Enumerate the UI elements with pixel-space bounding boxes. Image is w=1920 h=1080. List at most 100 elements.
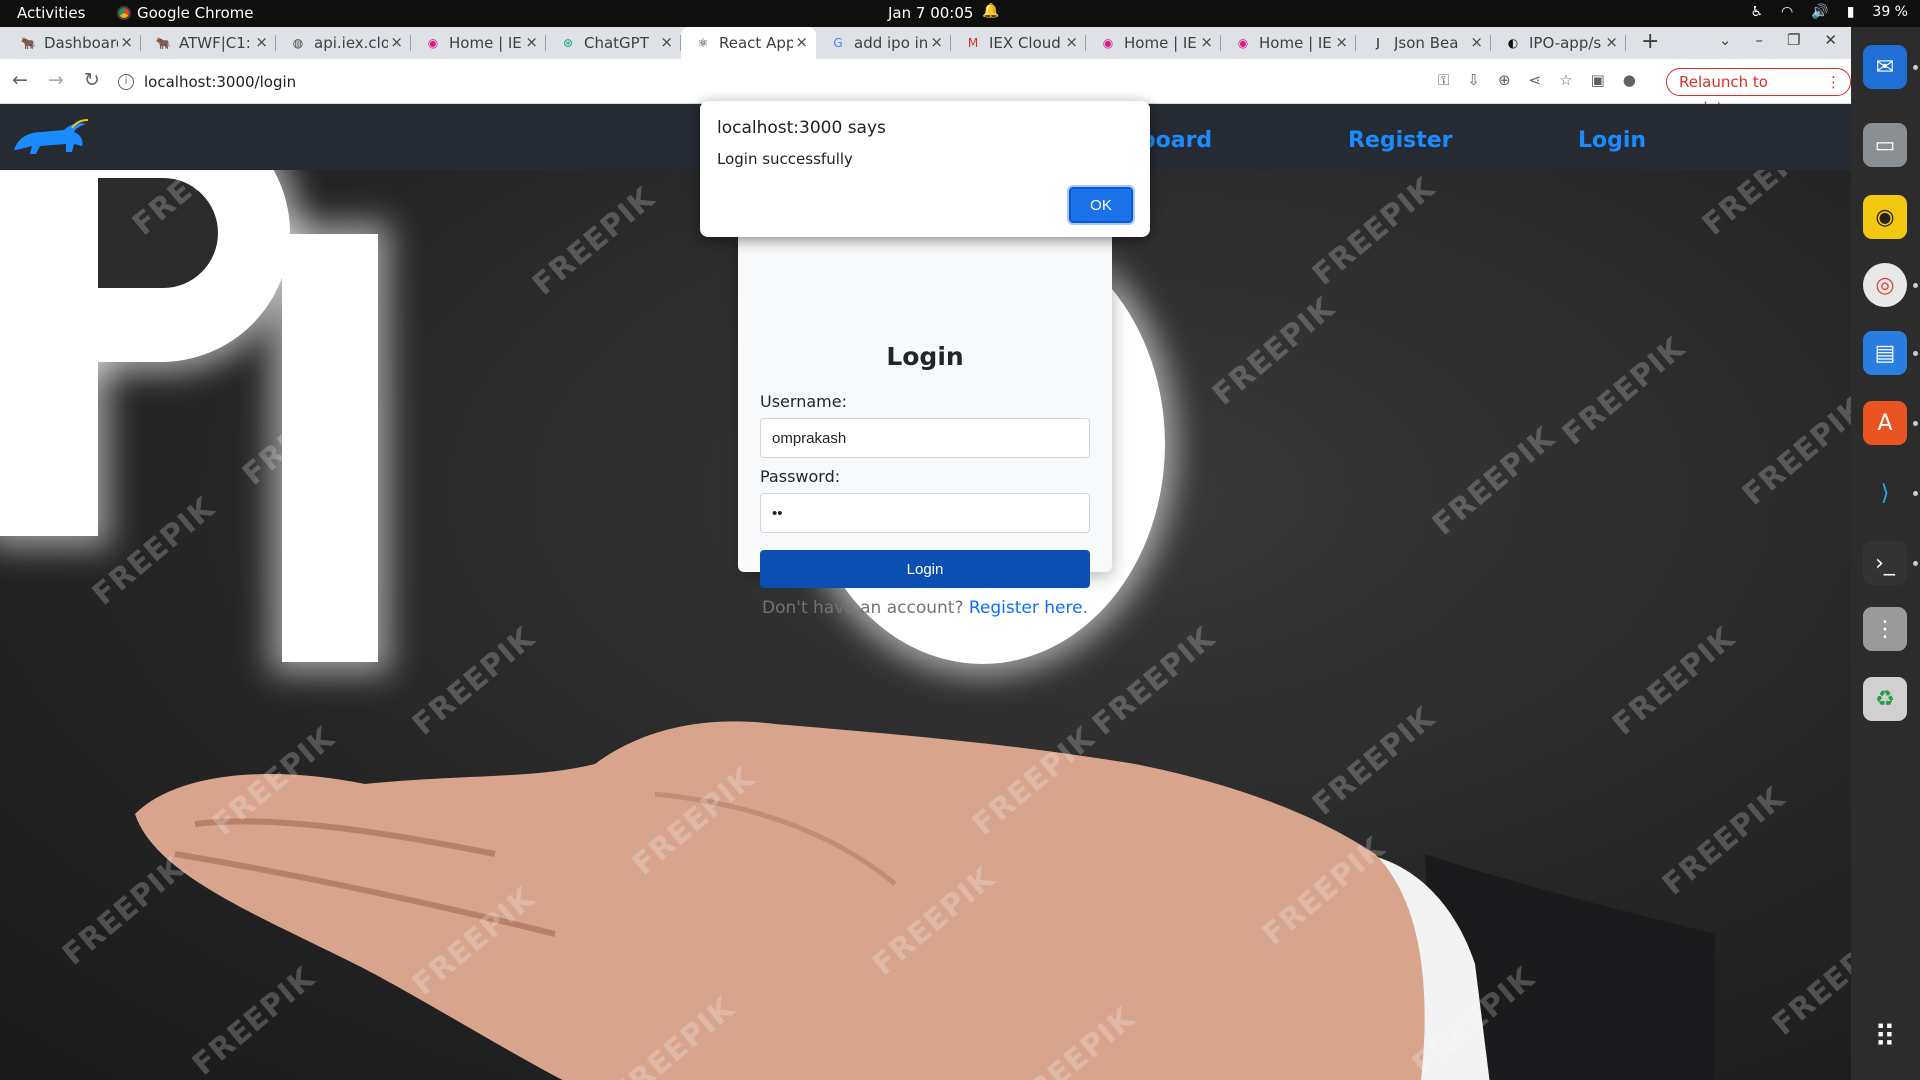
system-tray[interactable]: ♿ ◠ 🔊 ▮ 39 %	[1750, 4, 1908, 20]
chrome-icon[interactable]: ◎	[1863, 263, 1907, 307]
forward-arrow-icon[interactable]: →	[48, 69, 64, 91]
running-indicator	[1913, 561, 1918, 566]
share-icon[interactable]: ⋖	[1529, 71, 1542, 89]
alert-dialog: localhost:3000 says Login successfully O…	[700, 101, 1150, 237]
bull-logo-icon[interactable]	[10, 118, 90, 158]
freepik-watermark: FREEPIK	[1426, 420, 1562, 543]
app-menu[interactable]: Google Chrome	[117, 4, 254, 22]
nav-register-link[interactable]: Register	[1348, 128, 1453, 153]
site-info-icon[interactable]: i	[118, 73, 134, 90]
json-icon: J	[1376, 36, 1380, 50]
rhythmbox-icon[interactable]: ◉	[1863, 195, 1907, 239]
github-icon: ◐	[1507, 36, 1519, 50]
profile-avatar[interactable]: ●	[1623, 71, 1636, 89]
terminal-icon[interactable]: ›_	[1863, 541, 1907, 585]
close-tab-icon[interactable]: ×	[930, 33, 943, 51]
bull-icon: 🐂	[20, 36, 36, 50]
software-icon[interactable]: A	[1863, 401, 1907, 445]
alert-ok-button[interactable]: OK	[1067, 185, 1135, 225]
alert-title: localhost:3000 says	[717, 118, 886, 138]
username-label: Username:	[760, 392, 847, 411]
password-input[interactable]	[760, 493, 1090, 533]
chrome-icon	[117, 6, 131, 20]
new-tab-button[interactable]: +	[1641, 29, 1659, 54]
web-page: FREEPIK FREEPIK FREEPIK FREEPIK FREEPIK FREEP…	[0, 104, 1851, 1080]
iex-icon: ◉	[1102, 36, 1114, 50]
close-tab-icon[interactable]: ×	[1065, 33, 1078, 51]
running-indicator	[1913, 421, 1918, 426]
close-tab-icon[interactable]: ×	[1470, 33, 1483, 51]
tab-search-icon[interactable]: ⌄	[1719, 31, 1732, 49]
back-arrow-icon[interactable]: ←	[12, 69, 28, 91]
browser-tab[interactable]: ◍ api.iex.clo ×	[276, 27, 411, 59]
url-text[interactable]: localhost:3000/login	[144, 73, 296, 91]
running-indicator	[1913, 351, 1918, 356]
zoom-icon[interactable]: ⊕	[1498, 71, 1511, 89]
close-tab-icon[interactable]: ×	[1335, 33, 1348, 51]
app-name: Google Chrome	[137, 4, 254, 22]
close-tab-icon[interactable]: ×	[120, 33, 133, 51]
running-indicator	[1913, 491, 1918, 496]
disks-icon[interactable]: ⋮	[1863, 607, 1907, 651]
close-tab-icon[interactable]: ×	[795, 33, 808, 51]
browser-tab[interactable]: ⚛ React App ×	[681, 27, 816, 59]
tab-title: Json Bea	[1394, 34, 1459, 52]
key-icon[interactable]: ⚿	[1438, 71, 1449, 89]
browser-tab[interactable]: M IEX Cloud ×	[951, 27, 1086, 59]
browser-tab[interactable]: ⊛ ChatGPT ×	[546, 27, 681, 59]
files-icon[interactable]: ▭	[1863, 123, 1907, 167]
browser-tab[interactable]: 🐂 Dashboard ×	[6, 27, 141, 59]
browser-tab[interactable]: 🐂 ATWF|C1: ×	[141, 27, 276, 59]
close-tab-icon[interactable]: ×	[255, 33, 268, 51]
browser-tab[interactable]: ◉ Home | IE ×	[1086, 27, 1221, 59]
activities-button[interactable]: Activities	[17, 4, 85, 22]
restore-icon[interactable]: ❐	[1787, 31, 1800, 49]
close-tab-icon[interactable]: ×	[525, 33, 538, 51]
browser-tab[interactable]: ◐ IPO-app/s ×	[1491, 27, 1626, 59]
close-tab-icon[interactable]: ×	[1200, 33, 1213, 51]
tab-title: ChatGPT	[584, 34, 649, 52]
menu-dots-icon: ⋮	[1826, 73, 1841, 91]
register-prompt-text: Don't have an account?	[762, 598, 964, 618]
tab-title: Home | IE	[1259, 34, 1332, 52]
login-submit-button[interactable]: Login	[760, 550, 1090, 588]
username-input[interactable]	[760, 418, 1090, 458]
side-panel-icon[interactable]: ▣	[1591, 71, 1605, 89]
nav-login-link[interactable]: Login	[1578, 128, 1646, 153]
register-here-link[interactable]: Register here	[969, 598, 1083, 618]
install-icon[interactable]: ⇩	[1467, 71, 1480, 89]
login-card: Login Username: Password: Login Don't ha…	[738, 232, 1112, 618]
tab-title: add ipo in	[854, 34, 928, 52]
browser-tab[interactable]: ◉ Home | IE ×	[411, 27, 546, 59]
freepik-watermark: FREEPIK	[1736, 390, 1851, 513]
close-window-icon[interactable]: ✕	[1824, 31, 1837, 49]
gmail-icon: M	[967, 36, 979, 50]
bookmark-star-icon[interactable]: ☆	[1559, 71, 1572, 89]
accessibility-icon[interactable]: ♿	[1750, 4, 1763, 20]
browser-tab[interactable]: Gadd ipo in ×	[816, 27, 951, 59]
close-tab-icon[interactable]: ×	[1605, 33, 1618, 51]
tab-title: Home | IE	[449, 34, 522, 52]
reload-icon[interactable]: ↻	[84, 69, 100, 91]
close-tab-icon[interactable]: ×	[390, 33, 403, 51]
running-indicator	[1913, 65, 1918, 70]
app-grid-icon[interactable]: ⠿	[1863, 1015, 1907, 1059]
thunderbird-icon[interactable]: ✉	[1863, 45, 1907, 89]
tab-separator	[1625, 35, 1626, 51]
clock[interactable]: Jan 7 00:05	[888, 4, 973, 22]
globe-icon: ◍	[292, 36, 304, 50]
vscode-icon[interactable]: ⟩	[1863, 471, 1907, 515]
freepik-watermark: FREEPIK	[1206, 290, 1342, 413]
relaunch-button[interactable]: Relaunch to update ⋮	[1666, 68, 1851, 117]
iex-icon: ◉	[1237, 36, 1249, 50]
browser-tab[interactable]: ◉ Home | IE ×	[1221, 27, 1356, 59]
running-indicator	[1913, 283, 1918, 288]
minimize-icon[interactable]: –	[1755, 31, 1763, 49]
bull-icon: 🐂	[155, 36, 171, 50]
tab-title: ATWF|C1:	[179, 34, 251, 52]
trash-icon[interactable]: ♻	[1863, 677, 1907, 721]
close-tab-icon[interactable]: ×	[660, 33, 673, 51]
writer-icon[interactable]: ▤	[1863, 331, 1907, 375]
password-label: Password:	[760, 467, 841, 486]
browser-tab[interactable]: J Json Bea ×	[1356, 27, 1491, 59]
